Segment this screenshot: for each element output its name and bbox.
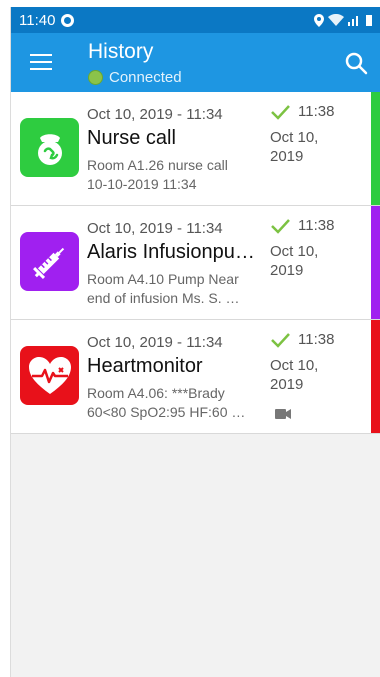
alarm-description: Room A4.06: ***Brady 60<80 SpO2:95 HF:60…: [87, 384, 267, 422]
ack-date-line: 2019: [270, 148, 304, 165]
alarm-description-line: Room A4.06: ***Brady: [87, 385, 225, 401]
list-item[interactable]: Oct 10, 2019 - 11:34 Alaris Infusionpu… …: [11, 206, 380, 320]
alarm-name: Nurse call: [87, 127, 176, 149]
ack-date-line: 2019: [270, 376, 304, 393]
ack-date-line: Oct 10,: [270, 357, 319, 374]
check-icon: [271, 104, 290, 120]
nurse-call-icon: [20, 118, 79, 177]
phone-screen: 11:40 History Connected Oct 10, 2019 - 1…: [10, 7, 380, 677]
alarm-description-line: Room A4.10 Pump Near: [87, 271, 239, 287]
priority-stripe: [371, 92, 380, 205]
notification-icon: [61, 13, 75, 27]
search-button[interactable]: [344, 51, 368, 75]
list-item[interactable]: Oct 10, 2019 - 11:34 Nurse call Room A1.…: [11, 92, 380, 206]
alarm-description-line: Room A1.26 nurse call: [87, 157, 228, 173]
ack-date-line: Oct 10,: [270, 243, 319, 260]
check-icon: [271, 332, 290, 348]
alarm-description-line: 60<80 SpO2:95 HF:60 …: [87, 404, 246, 420]
status-bar: 11:40: [11, 7, 380, 33]
alarm-description-line: end of infusion Ms. S. …: [87, 290, 240, 306]
acknowledged: 11:38: [270, 103, 334, 120]
check-icon: [271, 218, 290, 234]
priority-stripe: [371, 206, 380, 319]
connection-status: Connected: [88, 69, 182, 86]
history-list: Oct 10, 2019 - 11:34 Nurse call Room A1.…: [11, 92, 380, 434]
page-title: History: [88, 40, 154, 63]
ack-date: Oct 10, 2019: [270, 128, 330, 166]
ack-date-line: Oct 10,: [270, 129, 319, 146]
menu-icon: [30, 54, 52, 56]
ack-date: Oct 10, 2019: [270, 356, 330, 394]
menu-button[interactable]: [30, 54, 52, 70]
search-icon: [345, 52, 368, 75]
syringe-icon: [20, 232, 79, 291]
ack-date-line: 2019: [270, 262, 304, 279]
alarm-time: Oct 10, 2019 - 11:34: [87, 220, 223, 237]
menu-icon-line: [30, 68, 52, 70]
alarm-description-line: 10-10-2019 11:34: [87, 176, 197, 192]
alarm-name: Alaris Infusionpu…: [87, 241, 255, 263]
wifi-icon: [328, 14, 344, 26]
alarm-name: Heartmonitor: [87, 355, 203, 377]
location-icon: [314, 13, 324, 27]
ack-time: 11:38: [298, 217, 335, 234]
ack-time: 11:38: [298, 331, 335, 348]
status-time: 11:40: [19, 11, 56, 29]
list-item[interactable]: Oct 10, 2019 - 11:34 Heartmonitor Room A…: [11, 320, 380, 434]
alarm-description: Room A4.10 Pump Near end of infusion Ms.…: [87, 270, 267, 308]
priority-stripe: [371, 320, 380, 433]
connected-dot-icon: [88, 70, 103, 85]
ack-date: Oct 10, 2019: [270, 242, 330, 280]
app-bar: History Connected: [11, 33, 380, 92]
menu-icon-line: [30, 61, 52, 63]
alarm-description: Room A1.26 nurse call 10-10-2019 11:34: [87, 156, 267, 194]
alarm-time: Oct 10, 2019 - 11:34: [87, 334, 223, 351]
acknowledged: 11:38: [270, 217, 334, 234]
video-camera-icon[interactable]: [275, 406, 291, 424]
connection-label: Connected: [109, 69, 182, 86]
ack-time: 11:38: [298, 103, 335, 120]
heart-monitor-icon: [20, 346, 79, 405]
acknowledged: 11:38: [270, 331, 334, 348]
signal-icon: [348, 16, 358, 26]
battery-icon: [366, 15, 372, 26]
alarm-time: Oct 10, 2019 - 11:34: [87, 106, 223, 123]
